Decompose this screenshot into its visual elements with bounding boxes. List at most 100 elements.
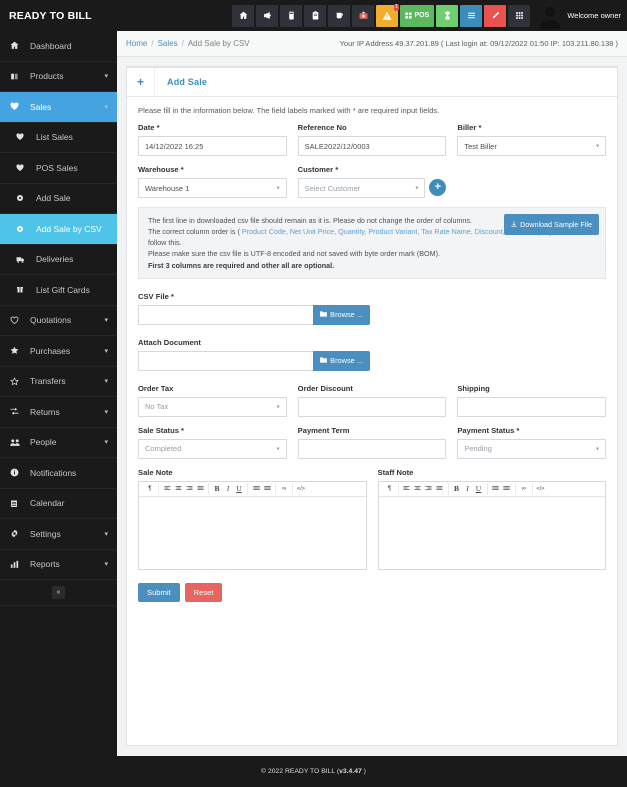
sidebar-item-quotations[interactable]: Quotations ▾ [0, 306, 117, 336]
book-icon[interactable] [280, 4, 303, 27]
customer-select[interactable]: Select Customer ▾ [297, 178, 426, 198]
align-left-icon[interactable] [401, 483, 412, 495]
chevron-down-icon: ▾ [104, 347, 108, 355]
align-center-icon[interactable] [412, 483, 423, 495]
payment-status-select[interactable]: Pending ▾ [457, 438, 607, 459]
date-field[interactable]: 14/12/2022 16:25 [138, 136, 287, 156]
download-icon [511, 219, 517, 230]
sidebar-item-deliveries[interactable]: Deliveries [0, 245, 117, 275]
csv-file-input[interactable] [138, 304, 314, 325]
submit-button[interactable]: Submit [138, 582, 180, 602]
ordered-list-icon[interactable] [262, 483, 273, 495]
align-right-icon[interactable] [184, 483, 195, 495]
code-icon[interactable]: </> [535, 483, 546, 495]
ordered-list-icon[interactable] [501, 483, 512, 495]
sidebar-item-pos-sales[interactable]: POS Sales [0, 153, 117, 184]
align-right-icon[interactable] [423, 483, 434, 495]
sidebar-label: Reports [30, 559, 60, 570]
megaphone-icon[interactable] [256, 4, 279, 27]
bold-icon[interactable]: B [212, 483, 223, 495]
pos-label: POS [414, 12, 430, 19]
sidebar-item-purchases[interactable]: Purchases ▾ [0, 336, 117, 367]
pos-button[interactable]: POS [400, 4, 435, 27]
toolbar-group-code: </> [293, 483, 309, 495]
cup-icon[interactable] [328, 4, 351, 27]
underline-icon[interactable]: U [473, 483, 484, 495]
align-justify-icon[interactable] [434, 483, 445, 495]
attach-document-browse-button[interactable]: Browse ... [313, 350, 370, 371]
sidebar-item-reports[interactable]: Reports ▾ [0, 550, 117, 580]
sidebar-label: Dashboard [30, 40, 72, 51]
sidebar-item-notifications[interactable]: Notifications [0, 458, 117, 489]
breadcrumb-current: Add Sale by CSV [187, 39, 250, 48]
csv-file-group: CSV File * Browse ... [138, 292, 606, 325]
unordered-list-icon[interactable] [251, 483, 262, 495]
sidebar-item-transfers[interactable]: Transfers ▾ [0, 367, 117, 397]
home-icon[interactable] [232, 4, 255, 27]
link-icon[interactable]: ∞ [518, 483, 529, 495]
sidebar-item-returns[interactable]: Returns ▾ [0, 397, 117, 428]
align-center-icon[interactable] [173, 483, 184, 495]
align-left-icon[interactable] [162, 483, 173, 495]
bold-icon[interactable]: B [451, 483, 462, 495]
add-customer-button[interactable]: + [429, 179, 447, 196]
toolbar-group-paragraph: ¶ [382, 482, 399, 495]
order-discount-group: Order Discount [297, 384, 447, 417]
heart-icon [10, 102, 26, 111]
warehouse-select[interactable]: Warehouse 1 ▾ [138, 178, 287, 198]
calculator-icon[interactable] [508, 4, 531, 27]
reference-label: Reference No [297, 123, 347, 132]
underline-icon[interactable]: U [234, 483, 245, 495]
user-area[interactable]: Welcome owner [538, 3, 621, 29]
align-justify-icon[interactable] [195, 483, 206, 495]
sidebar-item-sales[interactable]: Sales ▾ [0, 92, 117, 123]
link-icon[interactable]: ∞ [279, 483, 290, 495]
breadcrumb-home[interactable]: Home [126, 39, 147, 48]
csv-file-browse-button[interactable]: Browse ... [313, 304, 370, 325]
clipboard-icon[interactable] [304, 4, 327, 27]
biller-select[interactable]: Test Biller ▾ [457, 136, 607, 156]
medkit-icon[interactable] [352, 4, 375, 27]
payment-term-field[interactable] [297, 438, 447, 459]
sidebar-item-settings[interactable]: Settings ▾ [0, 519, 117, 550]
list-icon[interactable] [460, 4, 483, 27]
sidebar-item-products[interactable]: Products ▾ [0, 62, 117, 92]
toolbar-group-lists [248, 482, 276, 495]
sidebar-item-dashboard[interactable]: Dashboard [0, 31, 117, 62]
sidebar-item-people[interactable]: People ▾ [0, 428, 117, 458]
sidebar-label: List Gift Cards [36, 284, 90, 295]
sidebar-label: POS Sales [36, 162, 78, 173]
sidebar-item-calendar[interactable]: Calendar [0, 489, 117, 519]
sidebar-item-list-sales[interactable]: List Sales [0, 123, 117, 153]
sale-note-textarea[interactable] [139, 496, 366, 569]
hourglass-icon[interactable] [436, 4, 459, 27]
paragraph-icon[interactable]: ¶ [145, 483, 156, 495]
chevron-down-icon: ▾ [276, 404, 280, 411]
pencil-icon[interactable] [484, 4, 507, 27]
breadcrumb-sales[interactable]: Sales [158, 39, 178, 48]
chevron-down-icon: ▾ [104, 103, 108, 111]
download-sample-file-button[interactable]: Download Sample File [504, 214, 599, 236]
order-discount-field[interactable] [297, 396, 447, 417]
sidebar-collapse-button[interactable]: « [52, 586, 65, 599]
unordered-list-icon[interactable] [490, 483, 501, 495]
reset-button[interactable]: Reset [184, 582, 223, 602]
reference-field[interactable]: SALE2022/12/0003 [297, 136, 447, 156]
sidebar-item-list-gift-cards[interactable]: List Gift Cards [0, 275, 117, 306]
paragraph-icon[interactable]: ¶ [384, 483, 395, 495]
staff-note-textarea[interactable] [378, 496, 605, 569]
order-tax-select[interactable]: No Tax ▾ [138, 396, 287, 417]
shipping-field[interactable] [457, 396, 607, 417]
sale-status-select[interactable]: Completed ▾ [138, 438, 287, 459]
alert-warning-icon[interactable]: 1 [376, 3, 400, 27]
csv-line2-pre: The correct column order is ( [148, 227, 240, 237]
sidebar-item-add-sale[interactable]: Add Sale [0, 184, 117, 214]
app-root: READY TO BILL 1 POS Welcome owner Dashbo… [0, 0, 627, 787]
sidebar-item-add-sale-by-csv[interactable]: Add Sale by CSV [0, 214, 117, 245]
attach-document-input[interactable] [138, 350, 314, 371]
code-icon[interactable]: </> [296, 483, 307, 495]
people-icon [10, 438, 26, 447]
panel-plus-icon[interactable]: + [127, 68, 155, 96]
italic-icon[interactable]: I [462, 483, 473, 495]
italic-icon[interactable]: I [223, 483, 234, 495]
